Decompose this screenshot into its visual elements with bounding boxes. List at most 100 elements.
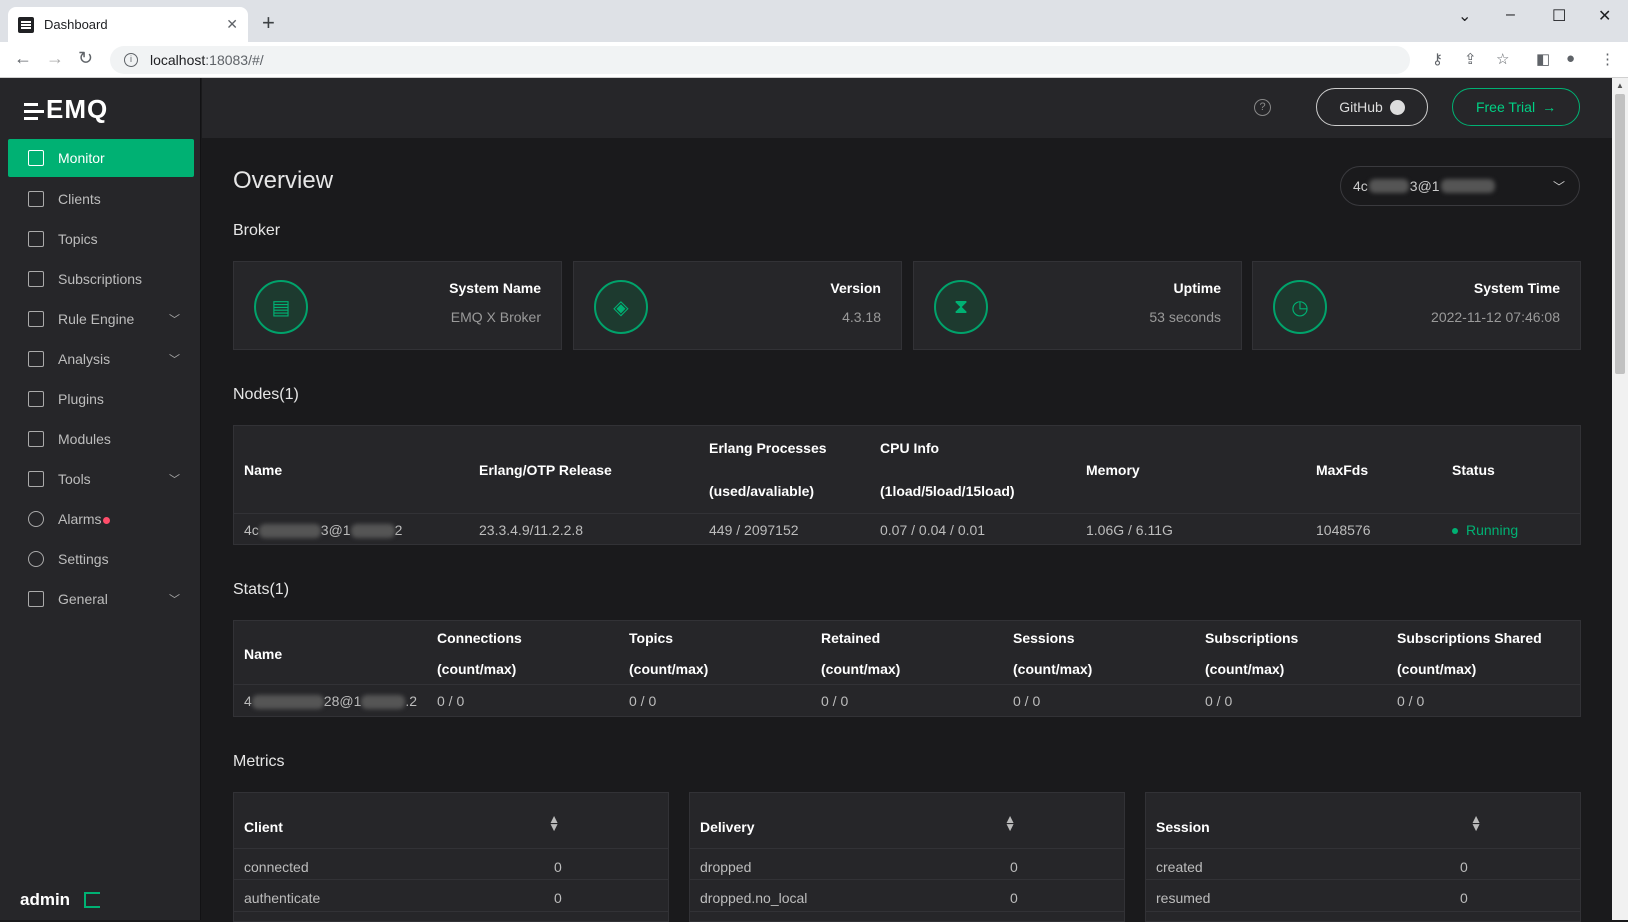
otp-cell: 23.3.4.9/11.2.2.8 xyxy=(479,522,584,538)
node-select[interactable]: 4c 3@1 ﹀ xyxy=(1340,166,1580,206)
status-badge: Running xyxy=(1452,522,1518,538)
hourglass-icon: ⧗ xyxy=(934,280,988,334)
bookmark-star-icon[interactable]: ☆ xyxy=(1496,50,1509,68)
tab-search-icon[interactable]: ⌄ xyxy=(1458,6,1471,26)
user-area: admin xyxy=(20,890,101,910)
sidebar-item-clients[interactable]: Clients xyxy=(8,179,194,219)
col-subscriptions-shared: Subscriptions Shared xyxy=(1397,630,1542,646)
broker-card-uptime: ⧗ Uptime 53 seconds xyxy=(913,261,1242,350)
table-header xyxy=(234,621,1580,685)
sort-icon[interactable]: ▲ ▼ xyxy=(1004,813,1016,833)
address-bar-row: ← → ↻ i localhost:18083/#/ ⚷ ⇪ ☆ ◧ ● ⋮ xyxy=(0,42,1628,78)
side-panel-icon[interactable]: ◧ xyxy=(1536,50,1550,68)
sidebar-item-settings[interactable]: Settings xyxy=(8,539,194,579)
maximize-icon[interactable]: ☐ xyxy=(1552,6,1566,26)
subs-shared-cell: 0 / 0 xyxy=(1397,693,1425,709)
divider xyxy=(690,911,1124,912)
scrollbar-thumb[interactable] xyxy=(1615,94,1625,374)
metric-value: 0 xyxy=(554,890,562,906)
metrics-card-title: Delivery xyxy=(700,819,755,835)
col-unit: (count/max) xyxy=(821,661,901,677)
stats-table: Name Connections (count/max) Topics (cou… xyxy=(233,620,1581,717)
site-info-icon[interactable]: i xyxy=(124,53,138,67)
url-field[interactable]: i localhost:18083/#/ xyxy=(110,46,1410,74)
sidebar-item-label: Analysis xyxy=(58,351,111,367)
metric-value: 0 xyxy=(554,859,562,875)
logo-text: EMQ xyxy=(46,94,109,124)
alarm-badge xyxy=(102,516,110,524)
divider xyxy=(690,848,1124,849)
metric-key: dropped xyxy=(700,859,752,875)
metric-value: 0 xyxy=(1010,859,1018,875)
sidebar-item-modules[interactable]: Modules xyxy=(8,419,194,459)
divider xyxy=(234,848,668,849)
sidebar-menu: Monitor Clients Topics Subscriptions Rul… xyxy=(8,139,194,619)
close-window-icon[interactable]: ✕ xyxy=(1598,6,1611,26)
page-scrollbar[interactable]: ▲ xyxy=(1612,78,1628,920)
metric-key: connected xyxy=(244,859,309,875)
sidebar-item-monitor[interactable]: Monitor xyxy=(8,139,194,177)
url-host: localhost xyxy=(150,52,206,68)
sidebar-item-plugins[interactable]: Plugins xyxy=(8,379,194,419)
col-cpu-unit: (1load/5load/15load) xyxy=(880,483,1015,499)
sidebar-item-tools[interactable]: Tools ﹀ xyxy=(8,459,194,499)
sidebar-item-label: Subscriptions xyxy=(58,271,143,287)
sort-icon[interactable]: ▲ ▼ xyxy=(1470,813,1482,833)
col-maxfds: MaxFds xyxy=(1316,462,1369,478)
emq-logo[interactable]: EMQ xyxy=(24,94,108,125)
minimize-icon[interactable]: – xyxy=(1506,6,1515,24)
profile-icon[interactable]: ● xyxy=(1566,50,1575,67)
favicon-icon xyxy=(18,16,34,33)
free-trial-label: Free Trial xyxy=(1475,99,1536,115)
scroll-up-icon[interactable]: ▲ xyxy=(1616,81,1624,90)
redacted-text xyxy=(251,695,324,710)
sidebar-item-label: Clients xyxy=(58,191,101,207)
layers-icon: ◈ xyxy=(594,280,648,334)
settings-icon xyxy=(28,551,44,567)
redacted-text xyxy=(258,524,321,539)
divider xyxy=(234,911,668,912)
node-name-part: 2 xyxy=(394,522,403,538)
sidebar-item-alarms[interactable]: Alarms xyxy=(8,499,194,539)
browser-tab[interactable]: Dashboard ✕ xyxy=(8,7,248,42)
cpu-cell: 0.07 / 0.04 / 0.01 xyxy=(880,522,986,538)
sidebar-item-topics[interactable]: Topics xyxy=(8,219,194,259)
sidebar-item-subscriptions[interactable]: Subscriptions xyxy=(8,259,194,299)
col-unit: (count/max) xyxy=(1397,661,1477,677)
sort-icon[interactable]: ▲ ▼ xyxy=(548,813,560,833)
chevron-down-icon: ﹀ xyxy=(169,474,180,486)
help-icon[interactable]: ? xyxy=(1254,99,1271,116)
metric-value: 0 xyxy=(1010,890,1018,906)
col-unit: (count/max) xyxy=(437,661,517,677)
page-title: Overview xyxy=(233,167,334,194)
sidebar-item-analysis[interactable]: Analysis ﹀ xyxy=(8,339,194,379)
forward-icon[interactable]: → xyxy=(46,48,64,69)
close-tab-icon[interactable]: ✕ xyxy=(226,16,238,33)
rule-engine-icon xyxy=(28,311,44,327)
retained-cell: 0 / 0 xyxy=(821,693,849,709)
github-icon xyxy=(1389,99,1405,115)
node-name-part: 4c xyxy=(244,522,259,538)
broker-card-system-name: ▤ System Name EMQ X Broker xyxy=(233,261,562,350)
menu-kebab-icon[interactable]: ⋮ xyxy=(1600,50,1615,68)
logo-bars-icon xyxy=(24,102,44,120)
metric-key: created xyxy=(1156,859,1203,875)
free-trial-button[interactable]: Free Trial → xyxy=(1452,88,1580,126)
new-tab-icon[interactable]: + xyxy=(262,10,275,36)
sidebar-item-general[interactable]: General ﹀ xyxy=(8,579,194,619)
metrics-card-session: Session ▲ ▼ created 0 resumed 0 xyxy=(1145,792,1581,922)
logout-icon[interactable] xyxy=(84,892,101,908)
reload-icon[interactable]: ↻ xyxy=(78,48,93,69)
topics-cell: 0 / 0 xyxy=(629,693,657,709)
node-name-part: 3@1 xyxy=(320,522,351,538)
sidebar-item-rule-engine[interactable]: Rule Engine ﹀ xyxy=(8,299,194,339)
github-button[interactable]: GitHub xyxy=(1316,88,1428,126)
alarms-icon xyxy=(28,511,44,527)
broker-section-title: Broker xyxy=(233,222,281,239)
key-icon[interactable]: ⚷ xyxy=(1432,50,1443,68)
redacted-text xyxy=(1368,179,1409,193)
node-name-cell: 4 28@1 .2 xyxy=(244,693,417,710)
share-icon[interactable]: ⇪ xyxy=(1464,50,1477,68)
sidebar-item-label: Rule Engine xyxy=(58,311,135,327)
back-icon[interactable]: ← xyxy=(14,48,32,69)
